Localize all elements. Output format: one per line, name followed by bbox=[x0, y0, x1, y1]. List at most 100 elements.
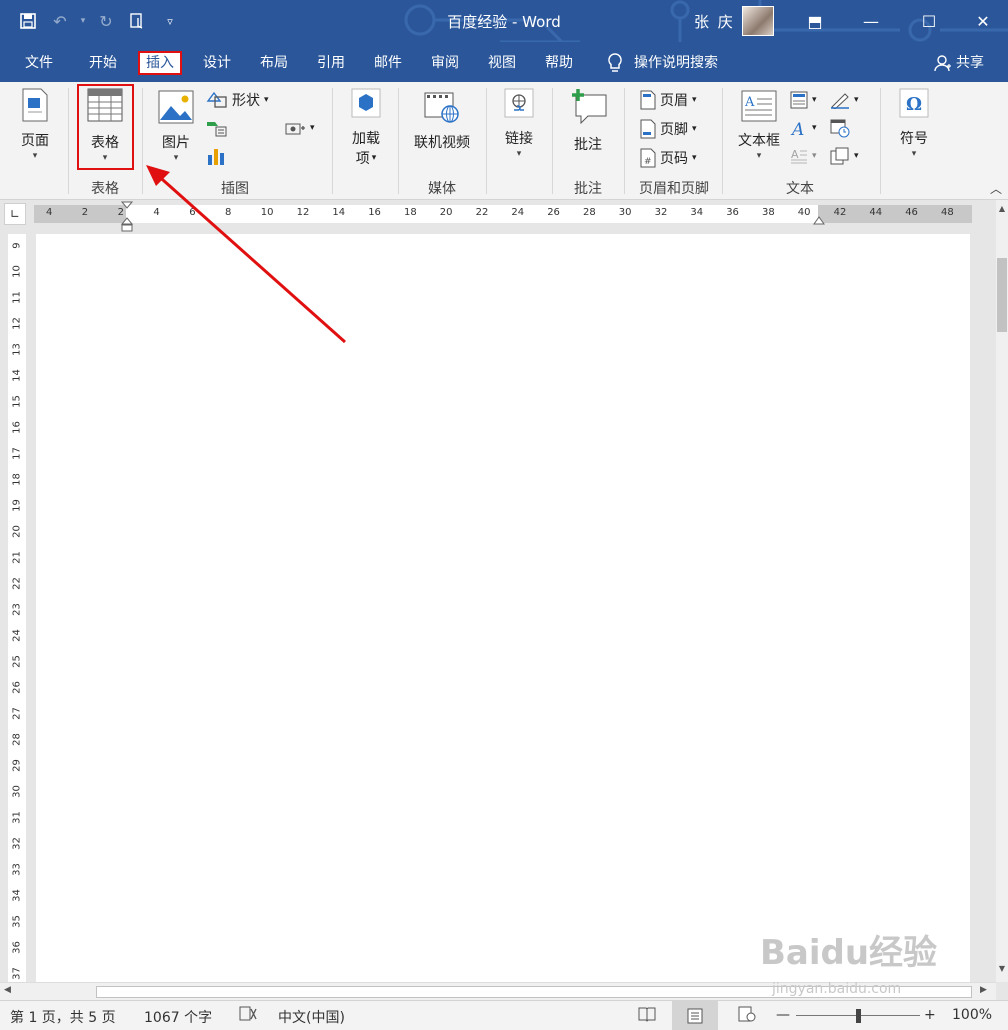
scroll-left-icon[interactable]: ◀ bbox=[4, 985, 11, 995]
proofing-icon[interactable] bbox=[238, 1005, 258, 1027]
maximize-button[interactable]: ☐ bbox=[906, 0, 952, 42]
ribbon-display-options-button[interactable]: ⬒ bbox=[792, 0, 838, 42]
scroll-down-icon[interactable]: ▼ bbox=[996, 962, 1008, 976]
ruler-tick-label: 22 bbox=[11, 577, 23, 590]
pages-button[interactable]: 页面 ▾ bbox=[12, 88, 58, 162]
addins-button[interactable]: 加载 项 ▾ bbox=[344, 88, 388, 168]
screenshot-button[interactable]: ▾ bbox=[284, 116, 315, 140]
drop-cap-icon: A bbox=[791, 148, 807, 164]
user-name[interactable]: 张 庆 bbox=[694, 11, 735, 32]
date-time-button[interactable] bbox=[830, 116, 850, 140]
illustrations-group-label: 插图 bbox=[221, 181, 249, 197]
shapes-button[interactable]: 形状 ▾ bbox=[206, 88, 269, 112]
tab-selector[interactable]: ∟ bbox=[4, 203, 26, 225]
picture-label: 图片 bbox=[162, 135, 190, 151]
tab-home[interactable]: 开始 bbox=[82, 51, 124, 75]
tab-references[interactable]: 引用 bbox=[310, 51, 352, 75]
separator bbox=[142, 88, 143, 194]
close-button[interactable]: ✕ bbox=[960, 0, 1006, 42]
tab-view[interactable]: 视图 bbox=[481, 51, 523, 75]
collapse-ribbon-icon[interactable]: ︿ bbox=[990, 180, 1002, 197]
zoom-in-button[interactable]: + bbox=[924, 1007, 936, 1023]
header-label: 页眉 bbox=[660, 93, 688, 109]
symbol-label: 符号 bbox=[900, 131, 928, 147]
footer-button[interactable]: 页脚 ▾ bbox=[640, 117, 697, 141]
horizontal-scroll-thumb[interactable] bbox=[96, 986, 972, 998]
ruler-tick-label: 10 bbox=[11, 265, 23, 278]
smartart-button[interactable] bbox=[206, 116, 228, 140]
read-mode-icon[interactable] bbox=[638, 1006, 656, 1026]
textbox-icon: A bbox=[741, 90, 777, 122]
media-group-label: 媒体 bbox=[428, 181, 456, 197]
tab-design[interactable]: 设计 bbox=[196, 51, 238, 75]
tell-me-search[interactable]: 操作说明搜索 bbox=[606, 51, 718, 75]
picture-icon bbox=[158, 90, 194, 124]
chart-button[interactable] bbox=[206, 144, 228, 168]
avatar[interactable] bbox=[742, 6, 774, 36]
wordart-button[interactable]: A ▾ bbox=[790, 116, 817, 140]
object-button[interactable]: ▾ bbox=[830, 144, 859, 168]
signature-line-button[interactable]: ▾ bbox=[830, 88, 859, 112]
table-highlight bbox=[77, 84, 134, 170]
symbol-button[interactable]: Ω 符号 ▾ bbox=[890, 88, 938, 160]
document-page[interactable] bbox=[36, 234, 970, 982]
vertical-ruler[interactable]: 9 10 11 12 13 14 15 16 17 18 19 20 21 22 23 24 25 26 27 28 2… bbox=[8, 234, 26, 982]
ruler-tick-label: 10 bbox=[260, 207, 274, 218]
header-dropdown-icon: ▾ bbox=[692, 95, 697, 105]
comment-button[interactable]: 批注 bbox=[562, 86, 614, 154]
header-button[interactable]: 页眉 ▾ bbox=[640, 88, 697, 112]
svg-text:Ω: Ω bbox=[906, 94, 922, 115]
ruler-tick-label: 24 bbox=[511, 207, 525, 218]
separator bbox=[722, 88, 723, 194]
indent-markers[interactable] bbox=[120, 200, 134, 234]
page-count[interactable]: 第 1 页，共 5 页 bbox=[10, 1007, 116, 1027]
print-layout-icon[interactable] bbox=[672, 1001, 718, 1030]
online-video-button[interactable]: 联机视频 bbox=[408, 90, 476, 152]
separator bbox=[398, 88, 399, 194]
pages-label: 页面 bbox=[21, 133, 49, 149]
word-count[interactable]: 1067 个字 bbox=[144, 1007, 212, 1027]
zoom-out-button[interactable]: — bbox=[776, 1007, 790, 1023]
scroll-right-icon[interactable]: ▶ bbox=[980, 985, 987, 995]
vertical-scrollbar[interactable]: ▲ ▼ bbox=[996, 200, 1008, 982]
tab-layout[interactable]: 布局 bbox=[253, 51, 295, 75]
ruler-tick-label: 12 bbox=[296, 207, 310, 218]
tab-insert[interactable]: 插入 bbox=[138, 51, 182, 75]
language[interactable]: 中文(中国) bbox=[278, 1007, 345, 1027]
minimize-button[interactable]: — bbox=[848, 0, 894, 42]
ruler-tick-label: 23 bbox=[11, 603, 23, 616]
person-icon bbox=[934, 55, 951, 72]
tab-mailings[interactable]: 邮件 bbox=[367, 51, 409, 75]
link-dropdown-icon: ▾ bbox=[516, 149, 522, 159]
web-layout-icon[interactable] bbox=[738, 1006, 756, 1026]
link-button[interactable]: 链接 ▾ bbox=[496, 88, 542, 160]
page-number-label: 页码 bbox=[660, 151, 688, 167]
ruler-tick-label: 35 bbox=[11, 915, 23, 928]
picture-button[interactable]: 图片 ▾ bbox=[154, 90, 198, 164]
textbox-button[interactable]: A 文本框 ▾ bbox=[732, 90, 786, 162]
online-video-icon bbox=[424, 92, 459, 123]
ruler-tick-label: 4 bbox=[153, 207, 160, 218]
drop-cap-button[interactable]: A ▾ bbox=[790, 144, 817, 168]
vertical-scroll-thumb[interactable] bbox=[997, 258, 1007, 332]
ruler-tick-label: 44 bbox=[869, 207, 883, 218]
ruler-tick-label: 42 bbox=[833, 207, 847, 218]
page-number-dropdown-icon: ▾ bbox=[692, 153, 697, 163]
zoom-slider-thumb[interactable] bbox=[856, 1009, 861, 1023]
tell-me-label: 操作说明搜索 bbox=[634, 55, 718, 71]
share-button[interactable]: 共享 bbox=[934, 51, 984, 75]
lightbulb-icon bbox=[608, 53, 622, 72]
zoom-level[interactable]: 100% bbox=[952, 1007, 992, 1023]
horizontal-ruler[interactable]: 4 2 2 4 6 8 10 12 14 16 18 20 22 24 26 28 30 32 34 36 38 40 42… bbox=[34, 205, 972, 223]
horizontal-scrollbar[interactable]: ◀ ▶ bbox=[0, 982, 996, 1000]
ruler-tick-label: 27 bbox=[11, 707, 23, 720]
right-indent-marker[interactable] bbox=[812, 214, 826, 228]
scroll-up-icon[interactable]: ▲ bbox=[996, 202, 1008, 216]
quick-parts-button[interactable]: ▾ bbox=[790, 88, 817, 112]
footer-icon bbox=[640, 119, 656, 139]
tab-file[interactable]: 文件 bbox=[18, 51, 60, 75]
ruler-tick-label: 6 bbox=[189, 207, 196, 218]
page-number-button[interactable]: # 页码 ▾ bbox=[640, 146, 697, 170]
tab-help[interactable]: 帮助 bbox=[538, 51, 580, 75]
tab-review[interactable]: 审阅 bbox=[424, 51, 466, 75]
